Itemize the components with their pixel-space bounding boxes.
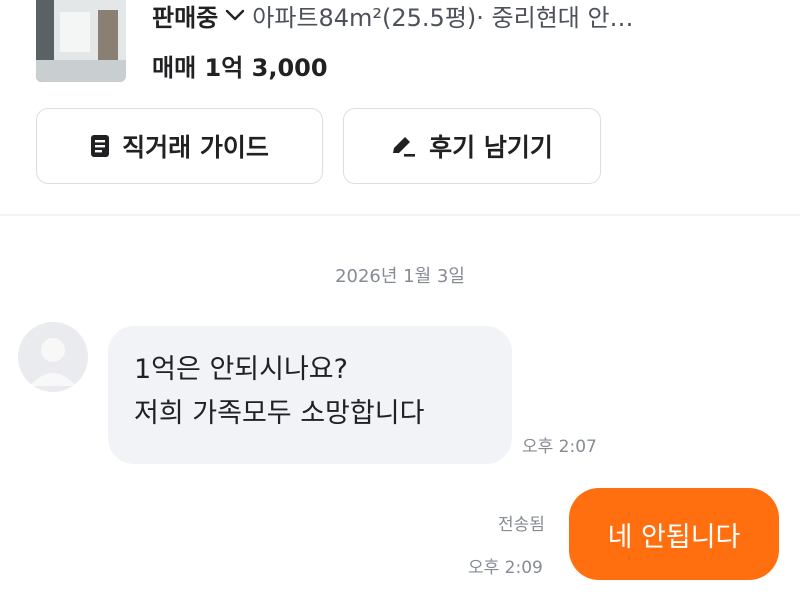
chat-date-divider: 2026년 1월 3일 (335, 266, 465, 287)
listing-thumbnail[interactable] (36, 0, 126, 82)
status-title-row: 판매중 아파트84m²(25.5평)· 중리현대 안… (152, 0, 634, 38)
outgoing-message-text: 네 안됩니다 (607, 521, 741, 553)
leave-review-label: 후기 남기기 (429, 133, 553, 162)
outgoing-message-bubble[interactable]: 네 안됩니다 (569, 488, 779, 580)
chevron-down-icon[interactable] (224, 4, 246, 26)
direct-trade-guide-label: 직거래 가이드 (122, 133, 269, 162)
pencil-icon (391, 134, 417, 158)
document-icon (90, 134, 110, 158)
listing-title[interactable]: 아파트84m²(25.5평)· 중리현대 안… (252, 0, 633, 33)
leave-review-button[interactable]: 후기 남기기 (343, 108, 601, 184)
incoming-message-time: 오후 2:07 (522, 437, 597, 457)
sale-status-label[interactable]: 판매중 (152, 0, 218, 33)
avatar[interactable] (18, 322, 88, 392)
incoming-message-line: 1억은 안되시나요? (134, 354, 348, 385)
incoming-message-line: 저희 가족모두 소망합니다 (134, 398, 425, 429)
listing-header: 판매중 아파트84m²(25.5평)· 중리현대 안… 매매 1억 3,000 … (0, 0, 800, 214)
header-divider (0, 214, 800, 216)
listing-price: 매매 1억 3,000 (152, 54, 328, 82)
direct-trade-guide-button[interactable]: 직거래 가이드 (36, 108, 323, 184)
outgoing-message-time: 오후 2:09 (468, 558, 543, 578)
sent-status: 전송됨 (498, 515, 545, 535)
incoming-message-bubble[interactable]: 1억은 안되시나요? 저희 가족모두 소망합니다 (108, 326, 512, 464)
